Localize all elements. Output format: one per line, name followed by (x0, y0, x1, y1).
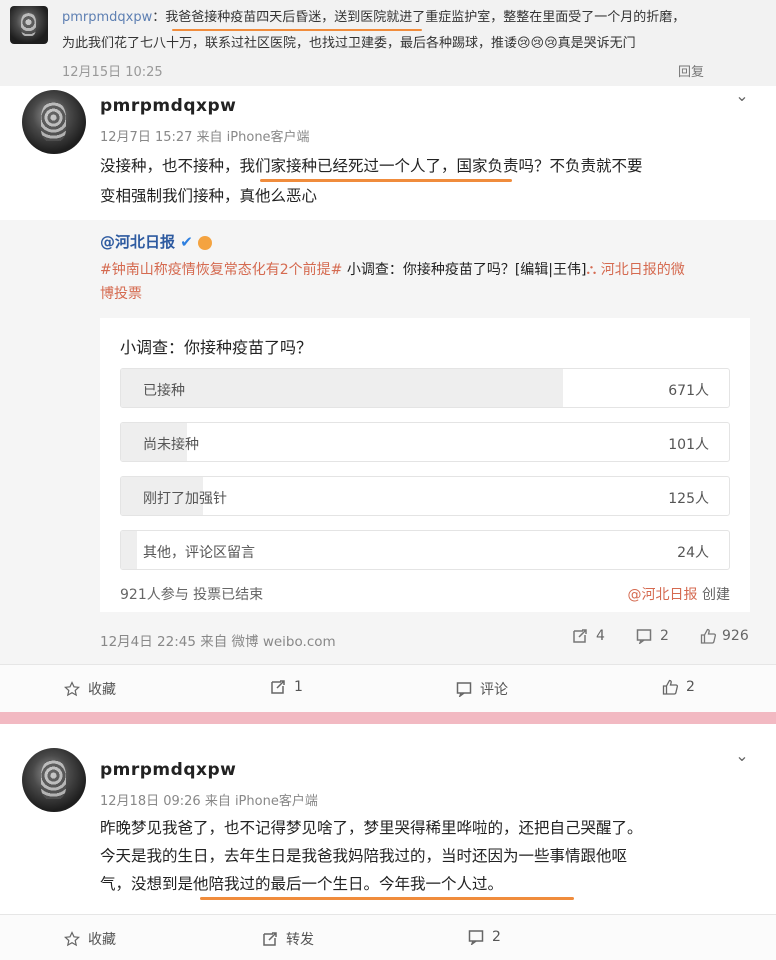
poll-card: 小调查：你接种疫苗了吗？ 已接种 671人 尚未接种 101人 刚打了加强针 125人… (100, 318, 750, 612)
post-text-line2: 今天是我的生日，去年生日是我爸我妈陪我过的，当时还因为一些事情跟他呕 (100, 847, 628, 865)
poll-link[interactable]: ⛬ 河北日报的微 (586, 262, 684, 278)
like-button[interactable]: 2 (662, 679, 695, 695)
comment-icon (456, 681, 472, 697)
embed-like[interactable]: 926 (700, 628, 749, 644)
verified-badge-icon: ✔ (180, 233, 193, 251)
poll-option[interactable]: 尚未接种 101人 (120, 422, 730, 462)
username[interactable]: pmrpmdqxpw (100, 96, 236, 116)
poll-footer: 921人参与 投票已结束 (120, 587, 264, 603)
post-action-bar: 收藏 转发 2 (0, 914, 776, 960)
thumbs-up-icon (662, 679, 678, 695)
post-text-line1: 没接种，也不接种，我们家接种已经死过一个人了，国家负责吗？不负责就不要 (100, 157, 643, 175)
section-divider (0, 712, 776, 724)
post-text-line1: 昨晚梦见我爸了，也不记得梦见啥了，梦里哭得稀里哗啦的，还把自己哭醒了。 (100, 819, 643, 837)
repost-button[interactable]: 1 (270, 679, 303, 695)
favorite-button[interactable]: 收藏 (64, 679, 116, 699)
embed-meta: 12月4日 22:45 来自 微博 weibo.com (100, 634, 336, 650)
poll-link-cont[interactable]: 博投票 (100, 282, 142, 307)
embed-text: 小调查：你接种疫苗了吗？[编辑|王伟] (342, 262, 587, 278)
post-card: pmrpmdqxpw ⌄ 12月7日 15:27 来自 iPhone客户端 没接… (0, 86, 776, 712)
post-text-line3: 气，没想到是他陪我过的最后一个生日。今年我一个人过。 (100, 875, 504, 893)
star-icon (64, 931, 80, 947)
top-timestamp: 12月15日 10:25 (62, 65, 163, 80)
thumbs-up-icon (700, 628, 716, 644)
repost-icon (270, 679, 286, 695)
poll-link-icon: ⛬ (586, 262, 597, 278)
top-username[interactable]: pmrpmdqxpw (62, 10, 152, 25)
user-avatar[interactable] (22, 748, 86, 812)
username[interactable]: pmrpmdqxpw (100, 760, 236, 780)
poll-title: 小调查：你接种疫苗了吗？ (120, 338, 313, 357)
reply-button[interactable]: 回复 (678, 64, 704, 82)
post-card: pmrpmdqxpw ⌄ 12月18日 09:26 来自 iPhone客户端 昨… (0, 724, 776, 960)
repost-button[interactable]: 转发 (262, 929, 314, 949)
gold-badge-icon (198, 235, 213, 250)
comment-button[interactable]: 评论 (456, 679, 508, 699)
poll-option[interactable]: 已接种 671人 (120, 368, 730, 408)
post-meta: 12月7日 15:27 来自 iPhone客户端 (100, 130, 310, 145)
source-account[interactable]: @河北日报 (100, 233, 175, 251)
post-text-line2: 变相强制我们接种，真他么恶心 (100, 187, 318, 205)
top-comment-line2: 为此我们花了七八十万，联系过社区医院，也找过卫建委，最后各种踢球，推诿😢😢😢真是… (62, 36, 636, 51)
poll-bar (121, 369, 564, 407)
repost-icon (262, 931, 278, 947)
hashtag-link[interactable]: #钟南山称疫情恢复常态化有2个前提# (100, 262, 342, 278)
chevron-down-icon[interactable]: ⌄ (732, 746, 752, 765)
embed-comment[interactable]: 2 (636, 628, 669, 644)
comment-icon (636, 628, 652, 644)
embed-repost[interactable]: 4 (572, 628, 605, 644)
poll-creator: @河北日报 创建 (627, 587, 730, 603)
highlight-underline (200, 897, 574, 900)
chevron-down-icon[interactable]: ⌄ (732, 86, 752, 105)
poll-creator-link[interactable]: @河北日报 (628, 587, 698, 603)
post-action-bar: 收藏 1 评论 2 (0, 664, 776, 712)
poll-option[interactable]: 其他，评论区留言 24人 (120, 530, 730, 570)
repost-icon (572, 628, 588, 644)
embedded-post: @河北日报 ✔ #钟南山称疫情恢复常态化有2个前提# 小调查：你接种疫苗了吗？[… (0, 220, 776, 666)
comment-icon (468, 929, 484, 945)
star-icon (64, 681, 80, 697)
highlight-underline (260, 179, 512, 182)
poll-bar (121, 531, 137, 569)
poll-option[interactable]: 刚打了加强针 125人 (120, 476, 730, 516)
user-avatar[interactable] (22, 90, 86, 154)
highlight-underline (262, 29, 422, 31)
favorite-button[interactable]: 收藏 (64, 929, 116, 949)
top-comment-line1: 我爸爸接种疫苗四天后昏迷，送到医院就进了重症监护室，整整在里面受了一个月的折磨， (165, 10, 686, 25)
comment-button[interactable]: 2 (468, 929, 501, 945)
quoted-comment: pmrpmdqxpw：我爸爸接种疫苗四天后昏迷，送到医院就进了重症监护室，整整在… (0, 0, 776, 86)
post-meta: 12月18日 09:26 来自 iPhone客户端 (100, 794, 318, 809)
top-avatar[interactable] (10, 6, 48, 44)
